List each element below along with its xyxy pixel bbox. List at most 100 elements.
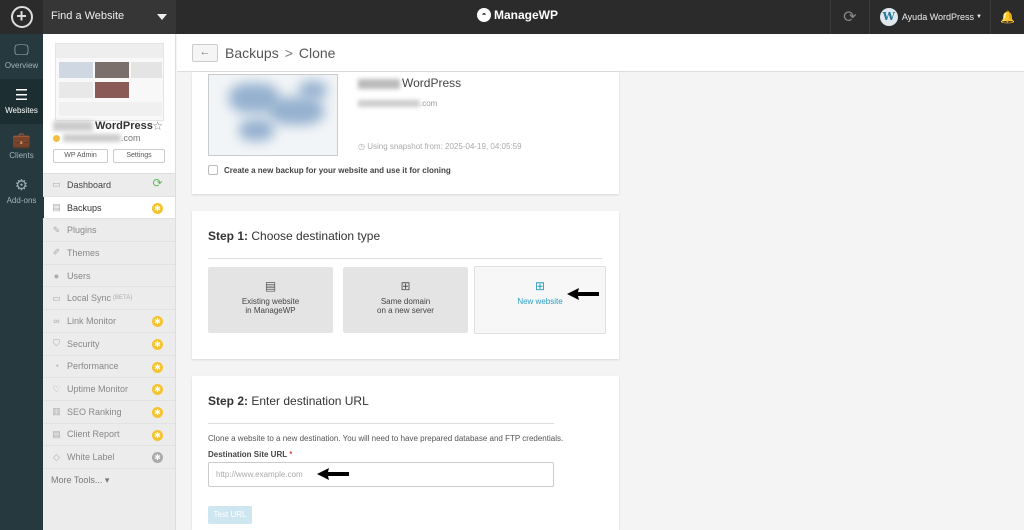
menu-uptime-monitor[interactable]: ♡ Uptime Monitor ✱ [43, 378, 175, 401]
step2-title-text: Enter destination URL [251, 394, 369, 408]
snapshot-date: ◷ Using snapshot from: 2025-04-19, 04:05… [358, 142, 522, 151]
list-icon: ☰ [14, 87, 29, 104]
menu-themes-label: Themes [67, 247, 100, 258]
new-backup-checkbox-row[interactable]: Create a new backup for your website and… [208, 165, 451, 175]
step1-title-text: Choose destination type [251, 229, 381, 243]
site-sidebar: WordPress ☆ .com WP Admin Settings ▭ Dash… [42, 34, 176, 530]
dest-same-domain-line1: Same domain [380, 297, 431, 306]
menu-themes[interactable]: ✐ Themes [43, 242, 175, 265]
menu-local-sync[interactable]: ▭ Local Sync (BETA) [43, 287, 175, 311]
rail-clients-label: Clients [9, 151, 34, 160]
rail-clients[interactable]: 💼 Clients [0, 124, 43, 169]
menu-dashboard-label: Dashboard [67, 179, 112, 190]
left-rail: + 🖵 Overview ☰ Websites 💼 Clients ⚙ Add-… [0, 0, 43, 530]
plus-icon: + [10, 6, 33, 28]
beta-tag-text: BETA [115, 295, 131, 302]
find-website-select[interactable]: Find a Website [43, 0, 176, 34]
user-icon: ● [53, 270, 60, 281]
destination-url-input[interactable] [208, 462, 554, 487]
rail-overview[interactable]: 🖵 Overview [0, 34, 43, 79]
menu-white-label[interactable]: ◇ White Label ✱ [43, 446, 175, 469]
step2-title: Step 2: Enter destination URL [208, 394, 369, 408]
snapshot-date-text: Using snapshot from: 2025-04-19, 04:05:5… [367, 142, 522, 151]
menu-dashboard[interactable]: ▭ Dashboard ⟳ [43, 174, 175, 197]
chart-icon: ▥ [52, 406, 61, 417]
snapshot-site-name: WordPress [358, 76, 461, 90]
star-icon[interactable]: ☆ [152, 119, 163, 133]
clock-icon: ◷ [358, 142, 365, 151]
snapshot-site-url: .com [358, 99, 437, 108]
backup-icon: ▤ [52, 202, 61, 213]
breadcrumb-separator: > [284, 45, 293, 61]
shield-icon: ⛉ [53, 338, 60, 349]
menu-uptime-monitor-label: Uptime Monitor [67, 384, 129, 395]
destination-url-label-text: Destination Site URL [208, 450, 287, 459]
site-thumbnail[interactable] [55, 43, 164, 121]
step2-number: Step 2: [208, 394, 249, 408]
dest-existing-line1: Existing website [241, 297, 300, 306]
speedometer-icon: ◔ [53, 361, 60, 372]
rail-addons-label: Add-ons [6, 196, 37, 205]
more-tools-label: More Tools... [51, 474, 103, 485]
step1-number: Step 1: [208, 229, 249, 243]
gear-badge-icon: ✱ [152, 406, 163, 418]
dest-same-domain[interactable]: ⊞ Same domain on a new server [343, 267, 468, 333]
step2-card: Step 2: Enter destination URL Clone a we… [192, 376, 619, 530]
menu-plugins-label: Plugins [67, 225, 97, 236]
snapshot-card: WordPress .com ◷ Using snapshot from: 20… [192, 72, 619, 194]
sync-icon: ▭ [52, 292, 61, 303]
gear-badge-icon: ✱ [152, 202, 163, 214]
menu-link-monitor[interactable]: ∞ Link Monitor ✱ [43, 310, 175, 333]
menu-performance[interactable]: ◔ Performance ✱ [43, 356, 175, 379]
step1-card: Step 1: Choose destination type ▤ Existi… [192, 211, 619, 359]
brush-icon: ✐ [52, 247, 61, 258]
more-tools-button[interactable]: More Tools... ▾ [43, 469, 175, 491]
dest-same-domain-line2: on a new server [377, 306, 434, 315]
test-url-button[interactable]: Test URL [208, 506, 252, 524]
managewp-logo-icon: ◓ [477, 8, 491, 22]
sync-icon[interactable]: ⟳ [829, 0, 870, 34]
rail-websites-label: Websites [5, 106, 38, 115]
tag-icon: ◇ [53, 451, 60, 462]
menu-backups[interactable]: ▤ Backups ✱ [42, 196, 175, 220]
back-button[interactable]: ← [192, 44, 218, 62]
breadcrumb-clone: Clone [298, 45, 336, 61]
wp-admin-button[interactable]: WP Admin [53, 149, 108, 163]
user-menu[interactable]: W Ayuda WordPress ▼ [870, 0, 990, 34]
menu-seo-ranking[interactable]: ▥ SEO Ranking ✱ [43, 401, 175, 424]
add-website-button[interactable]: + [0, 0, 43, 34]
menu-backups-label: Backups [67, 202, 102, 213]
menu-plugins[interactable]: ✎ Plugins [43, 219, 175, 243]
site-name-text: WordPress [95, 120, 153, 132]
user-name: Ayuda WordPress [901, 12, 975, 22]
monitor-icon: 🖵 [14, 42, 29, 59]
menu-seo-ranking-label: SEO Ranking [67, 406, 122, 417]
menu-users[interactable]: ● Users [43, 265, 175, 288]
bell-icon[interactable]: 🔔 [990, 0, 1024, 34]
settings-button[interactable]: Settings [113, 149, 165, 163]
caret-down-icon: ▼ [976, 14, 982, 20]
breadcrumb-backups[interactable]: Backups [225, 45, 279, 61]
report-icon: ▤ [52, 428, 61, 439]
briefcase-icon: 💼 [12, 132, 31, 149]
site-domain-text: .com [121, 133, 141, 143]
rail-addons[interactable]: ⚙ Add-ons [0, 169, 43, 214]
menu-security[interactable]: ⛉ Security ✱ [43, 333, 175, 356]
required-marker: * [289, 450, 293, 459]
snapshot-site-name-text: WordPress [402, 76, 462, 90]
gear-badge-icon: ✱ [152, 316, 163, 328]
site-name: WordPress [53, 120, 153, 132]
breadcrumb: Backups > Clone [225, 45, 335, 61]
rail-websites[interactable]: ☰ Websites [0, 79, 43, 124]
dest-existing-website[interactable]: ▤ Existing website in ManageWP [208, 267, 333, 333]
monitor-icon: ▭ [52, 179, 61, 190]
new-backup-checkbox[interactable] [208, 165, 218, 175]
list-window-icon: ▤ [264, 279, 277, 293]
menu-client-report[interactable]: ▤ Client Report ✱ [43, 424, 175, 447]
annotation-arrow-icon [567, 288, 599, 300]
step1-divider [208, 258, 602, 259]
menu-link-monitor-label: Link Monitor [67, 315, 117, 326]
site-card: WordPress ☆ .com WP Admin Settings [43, 34, 175, 174]
brand-logo: ◓ ManageWP [477, 8, 558, 22]
gear-badge-icon: ✱ [152, 452, 163, 464]
